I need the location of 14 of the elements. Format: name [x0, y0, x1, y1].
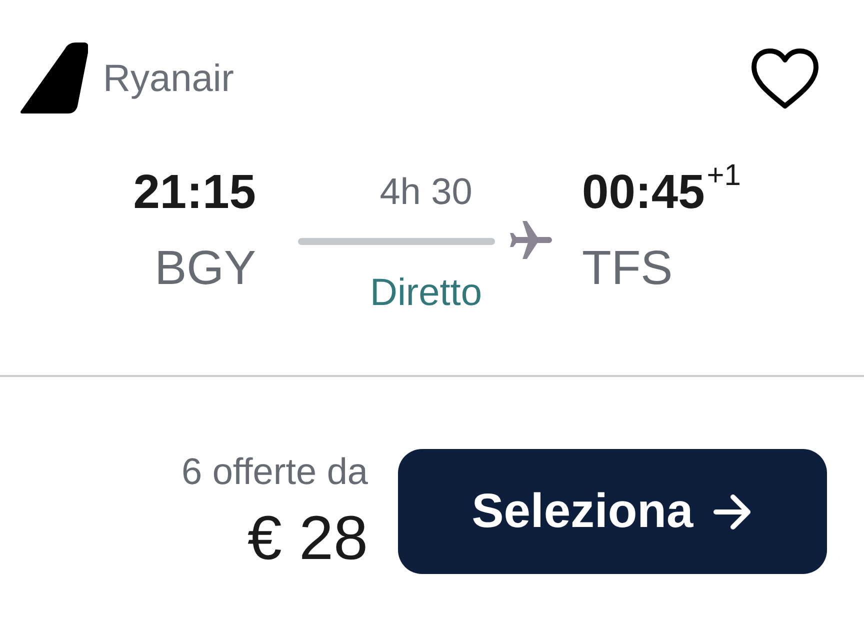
- arrow-right-icon: [713, 494, 754, 530]
- airline-name: Ryanair: [103, 56, 234, 100]
- flight-duration: 4h 30: [380, 171, 472, 213]
- select-button[interactable]: Seleziona: [398, 449, 827, 574]
- price: € 28: [247, 504, 368, 574]
- airplane-icon: [510, 221, 552, 261]
- heart-icon[interactable]: [750, 48, 820, 110]
- departure-airport: BGY: [154, 241, 256, 297]
- arrival-time: 00:45: [582, 165, 705, 221]
- departure-time: 21:15: [133, 165, 256, 221]
- offers-count: 6 offerte da: [181, 450, 368, 494]
- stops-label: Diretto: [370, 271, 482, 315]
- arrival-airport: TFS: [582, 241, 673, 297]
- day-offset: +1: [706, 159, 741, 193]
